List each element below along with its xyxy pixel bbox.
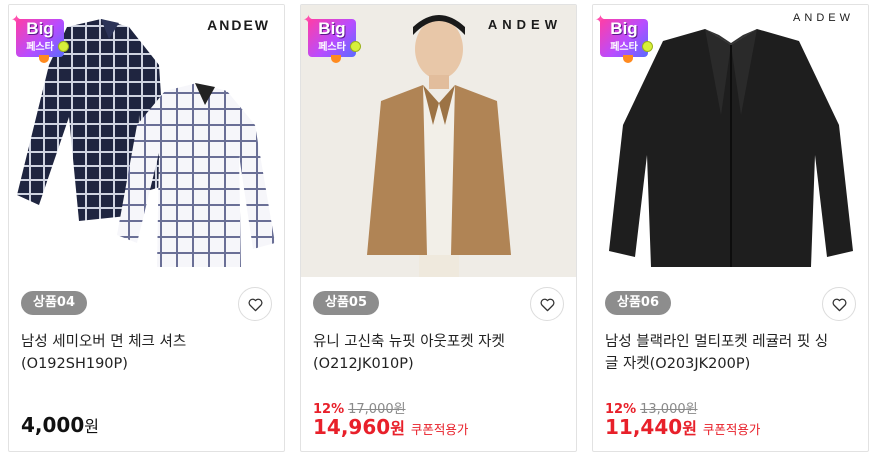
sale-price-row: 14,960원 쿠폰적용가 bbox=[313, 415, 468, 439]
product-image[interactable]: ✦ Big 페스타 ANDEW bbox=[301, 5, 576, 277]
product-tag: 상품05 bbox=[313, 291, 380, 315]
product-image[interactable]: ✦ Big 페스타 ANDEW bbox=[593, 5, 868, 277]
sale-price: 14,960 bbox=[313, 415, 391, 439]
big-festa-badge: ✦ Big 페스타 bbox=[303, 13, 361, 63]
badge-title: Big bbox=[318, 19, 346, 38]
product-title[interactable]: 남성 세미오버 면 체크 셔츠(O192SH190P) bbox=[21, 331, 251, 375]
ball-icon bbox=[58, 41, 69, 52]
brand-logo: ANDEW bbox=[207, 17, 270, 33]
wishlist-button[interactable] bbox=[530, 287, 564, 321]
currency: 원 bbox=[682, 419, 697, 438]
product-info: 상품04 남성 세미오버 면 체크 셔츠(O192SH190P) 4,000원 bbox=[9, 277, 284, 451]
product-title[interactable]: 남성 블랙라인 멀티포켓 레귤러 핏 싱글 자켓(O203JK200P) bbox=[605, 331, 835, 375]
ball-icon bbox=[350, 41, 361, 52]
heart-icon bbox=[832, 298, 847, 312]
product-image[interactable]: ✦ Big 페스타 ANDEW bbox=[9, 5, 284, 277]
currency: 원 bbox=[390, 419, 405, 438]
product-tag: 상품04 bbox=[21, 291, 88, 315]
badge-title: Big bbox=[26, 19, 54, 38]
ball-icon bbox=[642, 41, 653, 52]
sale-price-row: 11,440원 쿠폰적용가 bbox=[605, 415, 760, 439]
badge-title: Big bbox=[610, 19, 638, 38]
wishlist-button[interactable] bbox=[822, 287, 856, 321]
currency: 원 bbox=[84, 417, 99, 436]
wishlist-button[interactable] bbox=[238, 287, 272, 321]
product-tag: 상품06 bbox=[605, 291, 672, 315]
product-card[interactable]: ✦ Big 페스타 ANDEW 상품06 남성 블랙라인 멀티포켓 레귤러 핏 … bbox=[592, 4, 869, 452]
coupon-label: 쿠폰적용가 bbox=[410, 422, 469, 437]
sale-price: 11,440 bbox=[605, 415, 683, 439]
product-price: 4,000원 bbox=[21, 413, 99, 437]
badge-subtitle: 페스타 bbox=[318, 42, 346, 53]
price-value: 4,000 bbox=[21, 413, 85, 437]
big-festa-badge: ✦ Big 페스타 bbox=[11, 13, 69, 63]
badge-subtitle: 페스타 bbox=[610, 42, 638, 53]
product-grid: ✦ Big 페스타 ANDEW 상품04 남성 세미오버 면 체크 셔츠(O19… bbox=[8, 4, 872, 452]
brand-logo: ANDEW bbox=[793, 12, 854, 24]
big-festa-badge: ✦ Big 페스타 bbox=[595, 13, 653, 63]
coupon-label: 쿠폰적용가 bbox=[702, 422, 761, 437]
product-card[interactable]: ✦ Big 페스타 ANDEW 상품05 유니 고신축 뉴핏 아웃포켓 자켓(O… bbox=[300, 4, 577, 452]
product-title[interactable]: 유니 고신축 뉴핏 아웃포켓 자켓(O212JK010P) bbox=[313, 331, 543, 375]
badge-subtitle: 페스타 bbox=[26, 42, 54, 53]
product-info: 상품05 유니 고신축 뉴핏 아웃포켓 자켓(O212JK010P) 12% 17… bbox=[301, 277, 576, 451]
heart-icon bbox=[248, 298, 263, 312]
brand-logo: ANDEW bbox=[487, 17, 562, 32]
product-card[interactable]: ✦ Big 페스타 ANDEW 상품04 남성 세미오버 면 체크 셔츠(O19… bbox=[8, 4, 285, 452]
heart-icon bbox=[540, 298, 555, 312]
product-info: 상품06 남성 블랙라인 멀티포켓 레귤러 핏 싱글 자켓(O203JK200P… bbox=[593, 277, 868, 451]
